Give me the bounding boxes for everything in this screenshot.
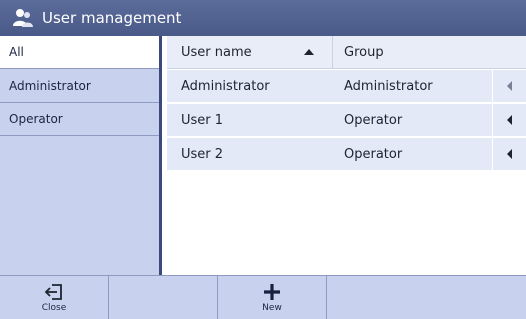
table-row[interactable]: User 1 Operator [167, 103, 526, 137]
bottom-toolbar: Close New [0, 275, 526, 319]
sidebar-item-operator[interactable]: Operator [0, 103, 159, 136]
user-table: User name Group Administrator Administra… [162, 35, 526, 275]
users-icon [13, 9, 33, 27]
new-label: New [262, 302, 282, 313]
column-label: Group [344, 44, 384, 60]
column-header-group[interactable]: Group [333, 45, 384, 60]
plus-icon [264, 283, 280, 300]
caret-left-icon [507, 149, 512, 159]
exit-icon [44, 283, 62, 300]
title-bar: User management [0, 0, 526, 36]
toolbar-slot-empty [327, 276, 526, 319]
column-label: User name [181, 44, 252, 60]
close-label: Close [41, 302, 67, 313]
sidebar-item-label: Administrator [9, 78, 91, 93]
sort-ascending-icon [304, 49, 314, 55]
caret-left-icon [507, 81, 512, 91]
table-row[interactable]: User 2 Operator [167, 137, 526, 171]
row-expand-button[interactable] [492, 69, 526, 103]
cell-group: Operator [344, 112, 403, 128]
new-button[interactable]: New [218, 276, 327, 319]
cell-user-name: User 2 [181, 146, 224, 162]
cell-user-name: User 1 [181, 112, 224, 128]
group-sidebar: All Administrator Operator [0, 36, 162, 275]
column-header-user-name[interactable]: User name [167, 35, 333, 69]
cell-group: Administrator [344, 78, 433, 94]
close-button[interactable]: Close [0, 276, 109, 319]
sidebar-item-all[interactable]: All [0, 36, 159, 69]
toolbar-slot-empty [109, 276, 218, 319]
cell-group: Operator [344, 146, 403, 162]
sidebar-item-administrator[interactable]: Administrator [0, 69, 159, 103]
caret-left-icon [507, 115, 512, 125]
cell-user-name: Administrator [181, 78, 270, 94]
sidebar-item-label: Operator [9, 112, 63, 126]
row-expand-button[interactable] [492, 137, 526, 171]
table-header: User name Group [167, 35, 526, 69]
sidebar-item-label: All [9, 45, 24, 59]
row-expand-button[interactable] [492, 103, 526, 137]
table-row[interactable]: Administrator Administrator [167, 69, 526, 103]
window-title: User management [42, 9, 182, 27]
